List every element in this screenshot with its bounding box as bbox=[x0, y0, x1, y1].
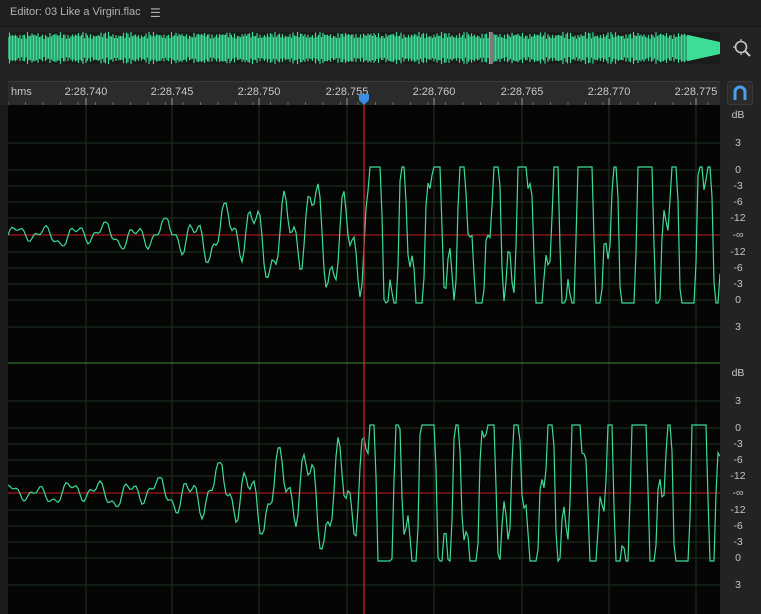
db-scale-label: 0 bbox=[735, 164, 741, 176]
track-left-edge bbox=[0, 105, 8, 614]
db-scale-label: -3 bbox=[733, 278, 743, 290]
db-scale-label: -6 bbox=[733, 196, 743, 208]
db-scale-label: -12 bbox=[730, 246, 746, 258]
playhead-marker[interactable] bbox=[359, 94, 369, 105]
db-scale-label: -3 bbox=[733, 536, 743, 548]
time-ruler[interactable]: hms 2:28.740 2:28.745 2:28.750 2:28.755 2:28… bbox=[8, 81, 720, 106]
db-scale-label: 0 bbox=[735, 552, 741, 564]
waveform-display[interactable] bbox=[8, 105, 720, 614]
editor-titlebar: Editor: 03 Like a Virgin.flac ☰ bbox=[0, 0, 761, 27]
overview-waveform-shape bbox=[8, 32, 689, 64]
db-scale-label: -12 bbox=[730, 212, 746, 224]
db-unit-label: dB bbox=[731, 367, 745, 379]
snap-toggle-button[interactable] bbox=[727, 81, 753, 105]
overview-viewport-indicator[interactable] bbox=[490, 32, 493, 64]
db-scale-label: -6 bbox=[733, 262, 743, 274]
db-scale-label: 0 bbox=[735, 294, 741, 306]
amplitude-scale: dB 3 0 -3 -6 -12 -∞ -12 -6 -3 0 3 dB 3 0 -3 -6 -12 -∞ -12 -6… bbox=[720, 105, 761, 614]
overview-waveform-tail bbox=[688, 35, 720, 61]
db-scale-label: -12 bbox=[730, 504, 746, 516]
db-scale-label: 3 bbox=[735, 321, 741, 333]
db-scale-label: -∞ bbox=[732, 487, 744, 499]
db-scale-label: -6 bbox=[733, 520, 743, 532]
db-scale-label: -3 bbox=[733, 180, 743, 192]
db-unit-label: dB bbox=[731, 109, 745, 121]
editor-title: Editor: 03 Like a Virgin.flac bbox=[10, 6, 141, 18]
hamburger-menu-icon[interactable]: ☰ bbox=[150, 6, 161, 20]
db-scale-label: 3 bbox=[735, 579, 741, 591]
db-scale-label: -6 bbox=[733, 454, 743, 466]
zoom-navigator-icon[interactable] bbox=[732, 38, 752, 58]
db-scale-label: -∞ bbox=[732, 229, 744, 241]
overview-waveform[interactable] bbox=[8, 32, 720, 64]
db-scale-label: -12 bbox=[730, 470, 746, 482]
db-scale-label: -3 bbox=[733, 438, 743, 450]
snapping-magnet-icon bbox=[733, 85, 747, 100]
db-scale-label: 0 bbox=[735, 422, 741, 434]
db-scale-label: 3 bbox=[735, 137, 741, 149]
db-scale-label: 3 bbox=[735, 395, 741, 407]
